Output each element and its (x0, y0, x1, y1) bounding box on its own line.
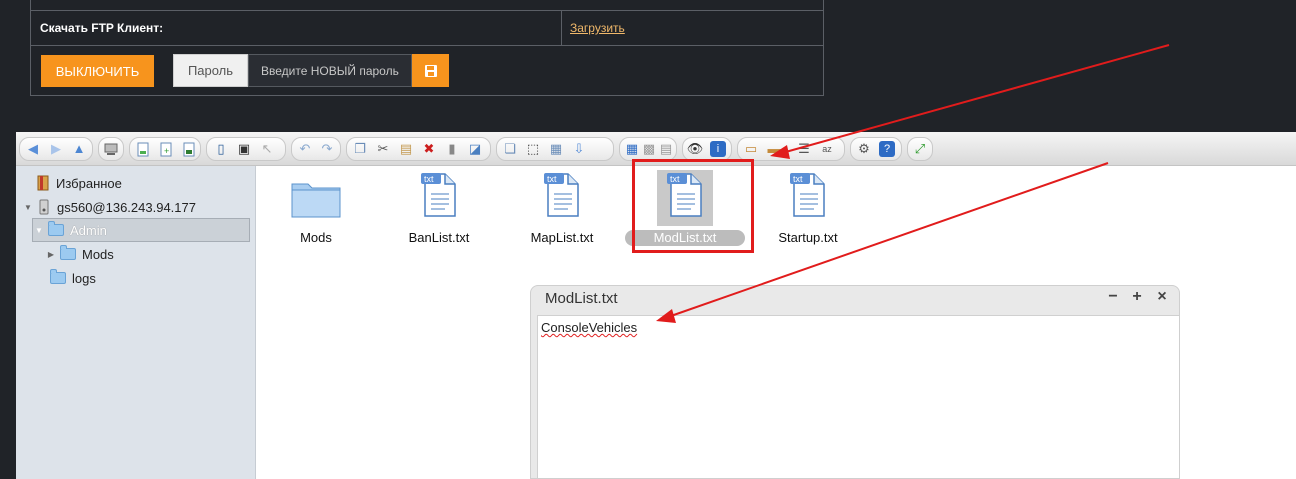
sort-name-icon[interactable]: ▬ (766, 141, 782, 157)
tree-favorites[interactable]: Избранное (36, 172, 122, 194)
paste-icon[interactable]: ▤ (398, 141, 414, 157)
favorites-icon (37, 175, 49, 191)
file-badge: txt (424, 174, 434, 184)
file-item-maplist[interactable]: txt MapList.txt (507, 170, 617, 248)
tree-server[interactable]: ▼ gs560@136.243.94.177 (23, 196, 196, 218)
new-file-icon[interactable]: + (158, 141, 174, 157)
view-icons-icon[interactable]: ▦ (624, 141, 640, 157)
file-badge: txt (547, 174, 557, 184)
info-icon[interactable]: ❏ (502, 141, 518, 157)
tree-logs[interactable]: logs (50, 267, 96, 289)
sort-icon[interactable]: ▭ (743, 141, 759, 157)
save-password-button[interactable] (412, 54, 449, 87)
cut-icon[interactable]: ✂ (375, 141, 391, 157)
minimize-icon[interactable]: − (1105, 289, 1121, 305)
forward-icon[interactable]: ▶ (48, 141, 64, 157)
tree-admin-label: Admin (70, 222, 107, 238)
server-drive-icon (39, 199, 49, 215)
svg-text:+: + (164, 146, 169, 156)
password-label: Пароль (173, 54, 248, 87)
expanded-arrow-icon[interactable]: ▼ (23, 203, 33, 212)
tree-server-label: gs560@136.243.94.177 (57, 199, 196, 215)
text-editor-window: ModList.txt − + × ConsoleVehicles (530, 285, 1180, 479)
fullscreen-icon[interactable]: ⤢ (912, 141, 928, 157)
help-icon[interactable]: ? (879, 141, 895, 157)
tree-mods[interactable]: ▶ Mods (46, 243, 114, 265)
editor-content: ConsoleVehicles (541, 320, 638, 335)
toolbar-server-group (98, 137, 124, 161)
file-item-banlist[interactable]: txt BanList.txt (384, 170, 494, 248)
annotation-highlight-box (632, 159, 754, 253)
folder-icon (291, 183, 341, 218)
file-name: Startup.txt (778, 230, 838, 245)
edit-icon[interactable]: ◪ (467, 141, 483, 157)
delete-icon[interactable]: ✖ (421, 141, 437, 157)
toolbar-sort-group: ▭ ▬ ☰ az (737, 137, 845, 161)
preview-icon[interactable]: 👁 (687, 141, 704, 157)
cell-divider (561, 11, 562, 45)
ftp-client-label: Скачать FTP Клиент: (40, 21, 164, 35)
server-control-panel: Скачать FTP Клиент: Загрузить ВЫКЛЮЧИТЬ … (30, 0, 824, 96)
new-folder-icon[interactable] (135, 141, 151, 157)
file-item-startup[interactable]: txt Startup.txt (753, 170, 863, 248)
editor-title: ModList.txt (545, 290, 618, 307)
up-icon[interactable]: ▲ (71, 141, 87, 157)
toolbar-view-group: ▦ ▩ ▤ (619, 137, 677, 161)
maximize-icon[interactable]: + (1129, 289, 1145, 305)
file-badge: txt (793, 174, 803, 184)
toolbar-fullscreen-group: ⤢ (907, 137, 933, 161)
rename-icon[interactable]: ▮ (444, 141, 460, 157)
collapsed-arrow-icon[interactable]: ▶ (46, 250, 56, 259)
floppy-icon (424, 64, 437, 77)
save-icon[interactable] (181, 141, 197, 157)
duplicate-icon[interactable]: ❐ (352, 141, 368, 157)
sort-az-icon[interactable]: az (819, 141, 835, 157)
folder-icon (48, 221, 64, 236)
power-off-button[interactable]: ВЫКЛЮЧИТЬ (41, 55, 154, 87)
file-item-mods[interactable]: Mods (261, 170, 371, 248)
file-name: BanList.txt (408, 230, 470, 245)
redo-icon[interactable]: ↷ (319, 141, 335, 157)
toolbar-edit-group: ▯ ▣ ↖ (206, 137, 286, 161)
folder-tree: Избранное ▼ gs560@136.243.94.177 ▼ Admin… (16, 166, 256, 479)
editor-textarea[interactable]: ConsoleVehicles (537, 315, 1179, 478)
properties-icon[interactable]: i (710, 141, 726, 157)
new-password-input[interactable] (248, 54, 412, 87)
tree-admin[interactable]: ▼ Admin (34, 219, 107, 241)
file-name: MapList.txt (530, 230, 594, 245)
download-link[interactable]: Загрузить (570, 21, 625, 35)
save-all-icon[interactable]: ▣ (236, 141, 252, 157)
back-icon[interactable]: ◀ (25, 141, 41, 157)
toolbar-archive-group: ❏ ⬚ ▦ ⇩ (496, 137, 614, 161)
toolbar-history-group: ↶ ↷ (291, 137, 341, 161)
toolbar-settings-group: ⚙ ? (850, 137, 902, 161)
toolbar-file-group: + (129, 137, 201, 161)
tree-mods-label: Mods (82, 246, 114, 262)
view-list-icon[interactable]: ▤ (658, 141, 674, 157)
view-small-icon[interactable]: ▩ (641, 141, 657, 157)
ftp-client-row: Скачать FTP Клиент: Загрузить (31, 10, 823, 46)
undo-icon[interactable]: ↶ (297, 141, 313, 157)
folder-icon (60, 245, 76, 260)
download-icon[interactable]: ⇩ (571, 141, 587, 157)
sort-size-icon[interactable]: ☰ (796, 141, 812, 157)
copy-icon[interactable]: ▯ (213, 141, 229, 157)
toolbar-nav-group: ◀ ▶ ▲ (19, 137, 93, 161)
close-icon[interactable]: × (1154, 289, 1170, 305)
toolbar-clipboard-group: ❐ ✂ ▤ ✖ ▮ ◪ (346, 137, 491, 161)
file-name: Mods (300, 230, 332, 245)
expanded-arrow-icon[interactable]: ▼ (34, 226, 44, 235)
archive-icon[interactable]: ▦ (548, 141, 564, 157)
tree-logs-label: logs (72, 270, 96, 286)
extract-icon[interactable]: ⬚ (525, 141, 541, 157)
select-icon[interactable]: ↖ (259, 141, 275, 157)
tree-favorites-label: Избранное (56, 175, 122, 191)
folder-icon (50, 269, 66, 284)
toolbar-preview-group: 👁 i (682, 137, 732, 161)
server-icon[interactable] (103, 141, 119, 157)
settings-icon[interactable]: ⚙ (856, 141, 872, 157)
